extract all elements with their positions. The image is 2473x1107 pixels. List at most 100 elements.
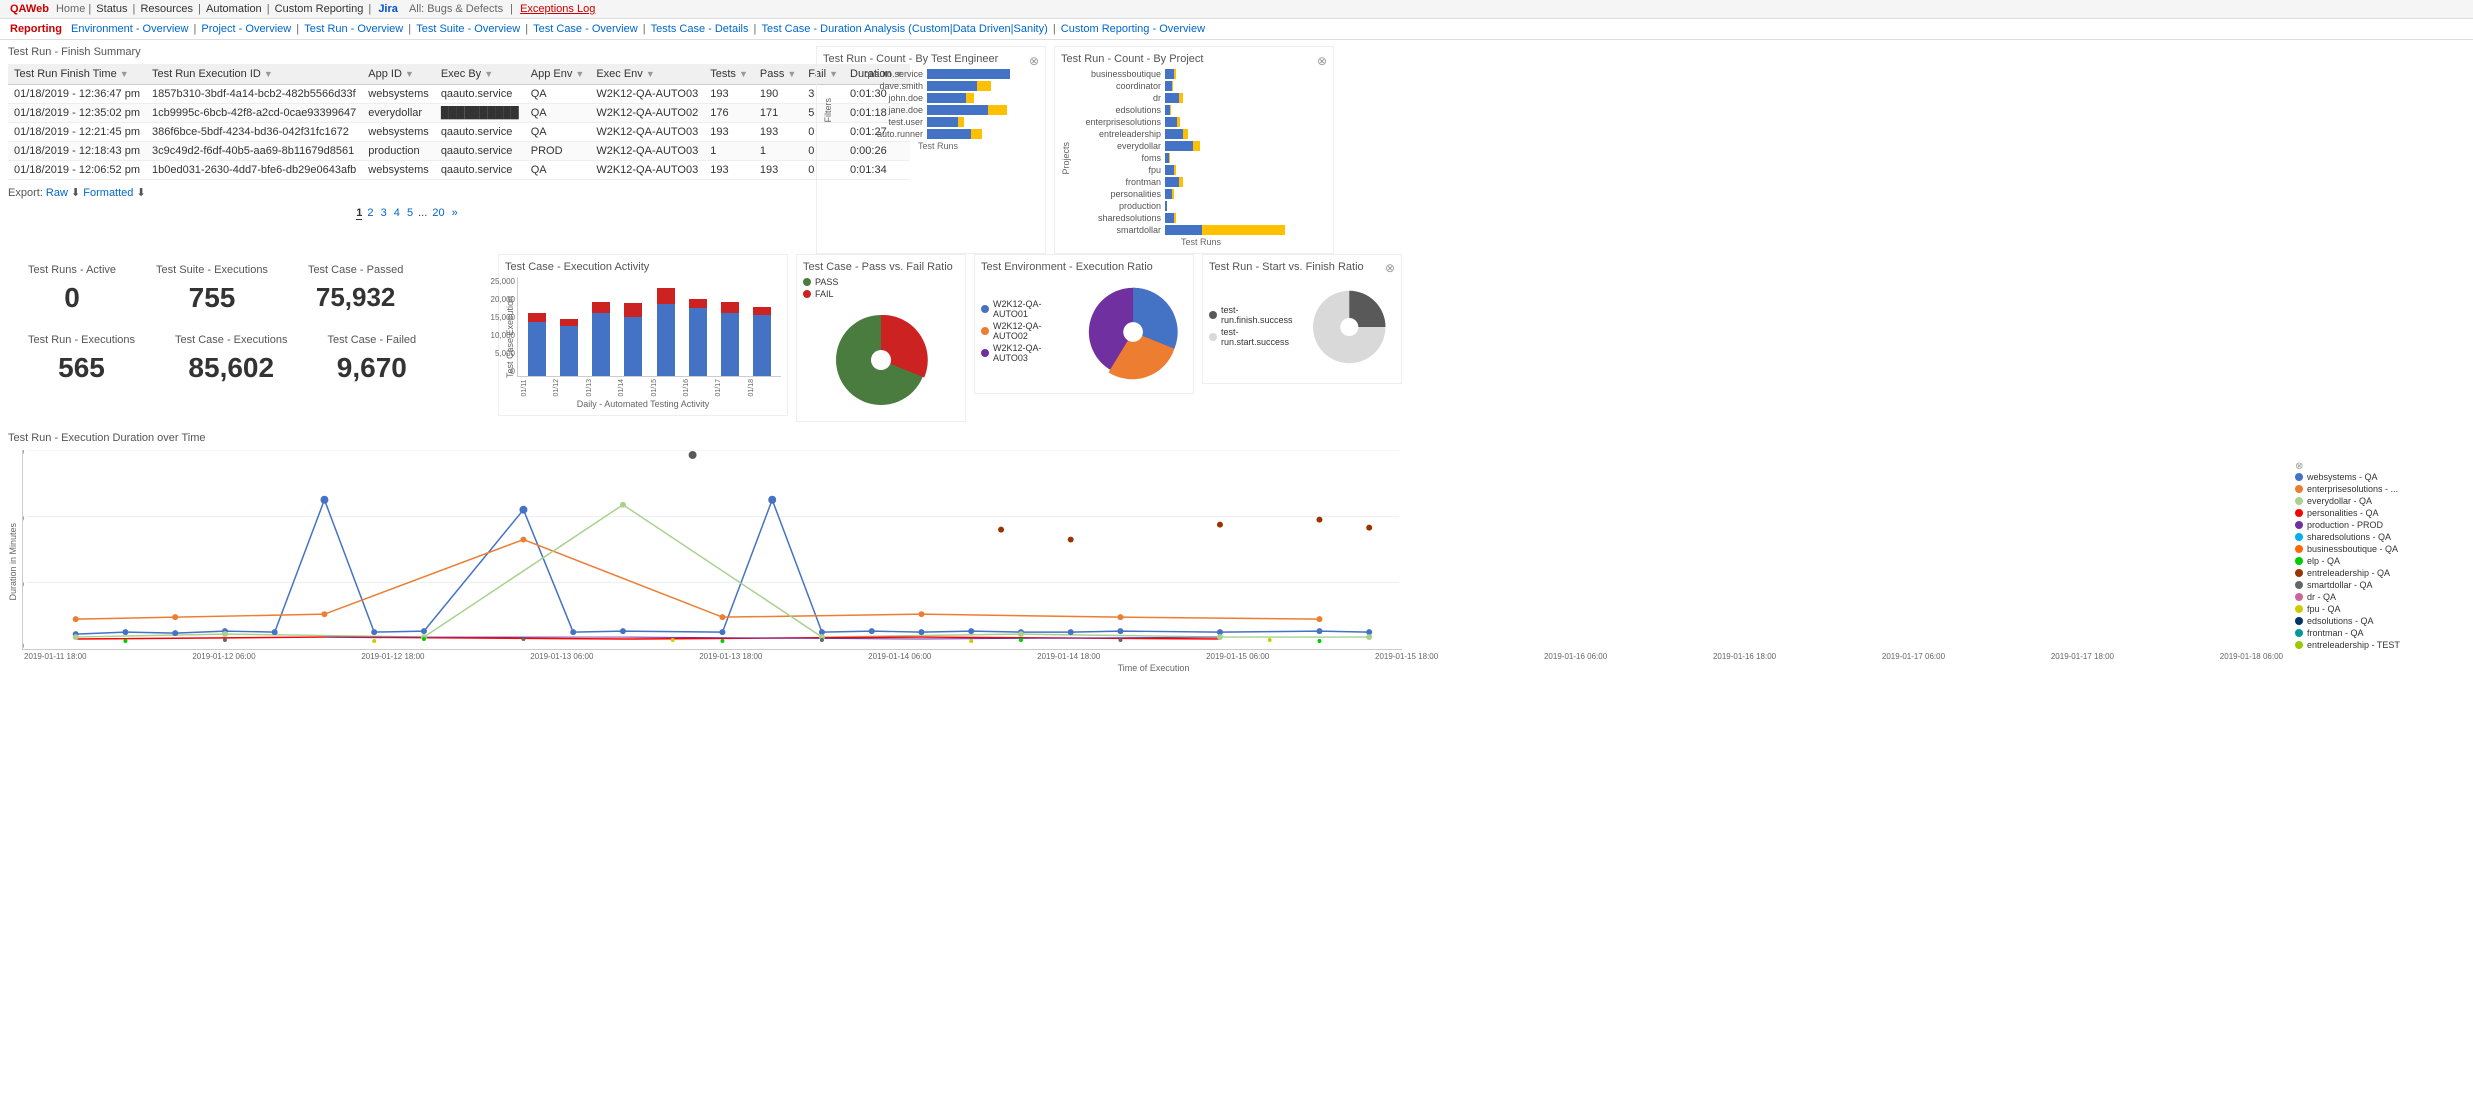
col-execby[interactable]: Exec By ▼ xyxy=(435,64,525,85)
fail-dot xyxy=(803,290,811,298)
duration-y-label: Duration in Minutes xyxy=(8,523,18,601)
start-finish-close[interactable]: ⊗ xyxy=(1385,261,1395,277)
cell-id: 3c9c49d2-f6df-40b5-aa69-8b11679d8561 xyxy=(146,142,362,161)
engineer-bar-row: jane.doe xyxy=(837,105,1039,115)
page-2[interactable]: 2 xyxy=(367,207,373,219)
cell-id: 1857b310-3bdf-4a14-bcb2-482b5566d33f xyxy=(146,85,362,104)
cell-appenv: QA xyxy=(525,161,591,180)
stat-failed-value: 9,670 xyxy=(328,352,417,384)
cell-tests: 193 xyxy=(704,123,754,142)
stat-failed-label: Test Case - Failed xyxy=(328,334,417,346)
stat-active-value: 0 xyxy=(28,282,116,314)
reporting-label: Reporting xyxy=(10,23,62,35)
project-bar-row: coordinator xyxy=(1075,81,1327,91)
page-20[interactable]: 20 xyxy=(432,207,444,219)
table-section-title: Test Run - Finish Summary xyxy=(8,46,808,58)
nav-custom-reporting-overview[interactable]: Custom Reporting - Overview xyxy=(1061,23,1205,35)
project-bar-row: smartdollar xyxy=(1075,225,1327,235)
project-bar-row: entreleadership xyxy=(1075,129,1327,139)
engineer-chart: Test Run - Count - By Test Engineer ⊗ Fi… xyxy=(816,46,1046,254)
start-success-legend: test-run.start.success xyxy=(1209,327,1300,347)
svg-text:0:25:00: 0:25:00 xyxy=(22,450,24,457)
project-bar-row: edsolutions xyxy=(1075,105,1327,115)
start-finish-content: test-run.finish.success test-run.start.s… xyxy=(1209,277,1395,377)
page-3[interactable]: 3 xyxy=(381,207,387,219)
project-bars-container: businessboutique coordinator dr edsoluti… xyxy=(1075,69,1327,235)
col-appenv[interactable]: App Env ▼ xyxy=(525,64,591,85)
page-5[interactable]: 5 xyxy=(407,207,413,219)
engineer-bars-container: qaauto.service dave.smith john.doe jane.… xyxy=(837,69,1039,139)
pass-fail-panel: Test Case - Pass vs. Fail Ratio PASS FAI… xyxy=(796,254,966,422)
table-row: 01/18/2019 - 12:35:02 pm 1cb9995c-6bcb-4… xyxy=(8,104,910,123)
col-tests[interactable]: Tests ▼ xyxy=(704,64,754,85)
page-4[interactable]: 4 xyxy=(394,207,400,219)
nav-project-overview[interactable]: Project - Overview xyxy=(201,23,291,35)
jira-link[interactable]: Jira xyxy=(378,3,398,15)
svg-text:0:00:00: 0:00:00 xyxy=(22,641,24,650)
col-pass[interactable]: Pass ▼ xyxy=(754,64,802,85)
pass-fail-legend: PASS FAIL xyxy=(803,277,959,301)
nav-tests-details[interactable]: Tests Case - Details xyxy=(651,23,749,35)
middle-row: Test Runs - Active 0 Test Suite - Execut… xyxy=(8,254,2465,422)
cell-id: 1b0ed031-2630-4dd7-bfe6-db29e0643afb xyxy=(146,161,362,180)
project-filter-label: Projects xyxy=(1061,142,1071,175)
exceptions-link[interactable]: Exceptions Log xyxy=(520,3,595,15)
col-id[interactable]: Test Run Execution ID ▼ xyxy=(146,64,362,85)
exec-bar-group xyxy=(522,313,551,376)
main-content: Test Run - Finish Summary Test Run Finis… xyxy=(0,40,2473,679)
cell-pass: 193 xyxy=(754,123,802,142)
exec-bars xyxy=(518,277,781,376)
engineer-chart-close[interactable]: ⊗ xyxy=(1029,54,1039,68)
nav-automation[interactable]: Automation xyxy=(206,3,262,15)
stat-test-suite-exec: Test Suite - Executions 755 xyxy=(136,254,288,324)
duration-chart-container: Duration in Minutes 0:25:00 0:16:40 0:08… xyxy=(8,450,2465,673)
col-time[interactable]: Test Run Finish Time ▼ xyxy=(8,64,146,85)
nav-env-overview[interactable]: Environment - Overview xyxy=(71,23,188,35)
nav-testsuite-overview[interactable]: Test Suite - Overview xyxy=(416,23,520,35)
nav-testcase-duration[interactable]: Test Case - Duration Analysis (Custom|Da… xyxy=(761,23,1047,35)
cell-appid: websystems xyxy=(362,85,435,104)
duration-legend-item: production - PROD xyxy=(2295,520,2465,530)
exec-bar-group xyxy=(619,303,648,376)
stat-run-exec-value: 565 xyxy=(28,352,135,384)
cell-execby: qaauto.service xyxy=(435,161,525,180)
pass-fail-title: Test Case - Pass vs. Fail Ratio xyxy=(803,261,959,273)
stat-test-case-failed: Test Case - Failed 9,670 xyxy=(308,324,437,394)
env-ratio-content: W2K12-QA-AUTO01 W2K12-QA-AUTO02 W2K12-QA… xyxy=(981,277,1187,387)
env1-legend: W2K12-QA-AUTO01 xyxy=(981,299,1075,319)
env3-legend: W2K12-QA-AUTO03 xyxy=(981,343,1075,363)
col-appid[interactable]: App ID ▼ xyxy=(362,64,435,85)
start-finish-title: Test Run - Start vs. Finish Ratio xyxy=(1209,261,1364,273)
nav-testcase-overview[interactable]: Test Case - Overview xyxy=(533,23,638,35)
project-bar-row: foms xyxy=(1075,153,1327,163)
duration-chart-section: Test Run - Execution Duration over Time … xyxy=(8,432,2465,673)
duration-legend-item: edsolutions - QA xyxy=(2295,616,2465,626)
exec-bar-group xyxy=(683,299,712,376)
exec-activity-title: Test Case - Execution Activity xyxy=(505,261,781,273)
nav-custom-reporting[interactable]: Custom Reporting xyxy=(275,3,364,15)
project-bar-row: sharedsolutions xyxy=(1075,213,1327,223)
top-row: Test Run - Finish Summary Test Run Finis… xyxy=(8,46,2465,254)
cell-id: 1cb9995c-6bcb-42f8-a2cd-0cae93399647 xyxy=(146,104,362,123)
brand-link[interactable]: QAWeb xyxy=(10,3,49,15)
project-chart: Test Run - Count - By Project ⊗ Projects… xyxy=(1054,46,1334,254)
cell-appid: websystems xyxy=(362,123,435,142)
export-raw[interactable]: Raw xyxy=(46,187,68,199)
duration-legend-close[interactable]: ⊗ xyxy=(2295,461,2303,472)
cell-execby: qaauto.service xyxy=(435,123,525,142)
cell-appid: production xyxy=(362,142,435,161)
nav-testrun-overview[interactable]: Test Run - Overview xyxy=(304,23,403,35)
col-execenv[interactable]: Exec Env ▼ xyxy=(590,64,704,85)
page-next[interactable]: » xyxy=(452,207,458,219)
nav-resources[interactable]: Resources xyxy=(140,3,193,15)
project-chart-close[interactable]: ⊗ xyxy=(1317,54,1327,68)
export-formatted[interactable]: Formatted xyxy=(83,187,133,199)
exec-activity-panel: Test Case - Execution Activity Test Case… xyxy=(498,254,788,416)
engineer-bar-row: john.doe xyxy=(837,93,1039,103)
exec-bar-group xyxy=(554,319,583,376)
page-current[interactable]: 1 xyxy=(356,207,362,220)
cell-pass: 1 xyxy=(754,142,802,161)
nav-status[interactable]: Status xyxy=(96,3,127,15)
exec-bar-group xyxy=(651,288,680,376)
stat-test-run-exec: Test Run - Executions 565 xyxy=(8,324,155,394)
